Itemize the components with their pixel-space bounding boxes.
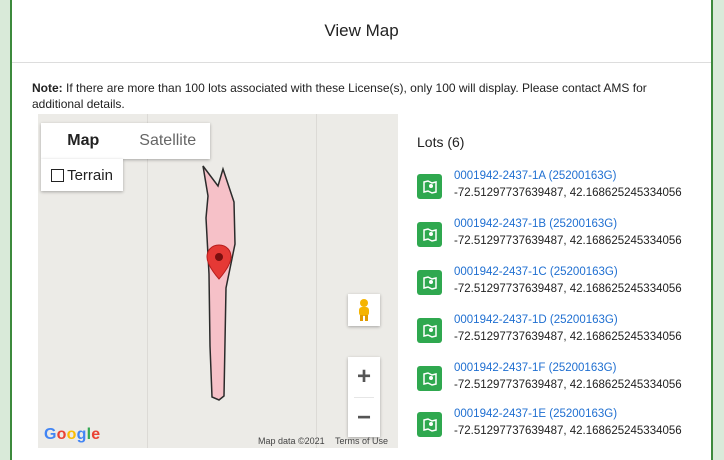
note-label: Note: [32,81,63,95]
dialog-title: View Map [12,0,711,63]
checkbox-icon[interactable] [51,168,65,182]
zoom-control: + − [348,357,380,437]
map-pin-icon[interactable] [417,318,442,343]
tab-satellite[interactable]: Satellite [126,123,211,159]
lot-coordinates: -72.51297737639487, 42.168625245334056 [454,331,682,343]
map-pin-icon[interactable] [417,366,442,391]
map-attribution: Map data ©2021 Terms of Use [258,436,396,446]
lot-coordinates: -72.51297737639487, 42.168625245334056 [454,187,682,199]
google-logo: Google [44,426,101,443]
note-text: Note: If there are more than 100 lots as… [32,80,692,112]
lots-heading: Lots (6) [417,134,465,150]
lot-item[interactable]: 0001942-2437-1E (25200163G) -72.51297737… [417,408,707,444]
pegman-icon [359,299,369,321]
tab-map[interactable]: Map [41,123,126,159]
lot-item[interactable]: 0001942-2437-1A (25200163G) -72.51297737… [417,170,707,206]
map-pin-icon[interactable] [417,174,442,199]
note-body: If there are more than 100 lots associat… [32,81,647,111]
terrain-checkbox[interactable]: Terrain [41,159,123,191]
map-dialog: View Map Note: If there are more than 10… [10,0,713,460]
lot-coordinates: -72.51297737639487, 42.168625245334056 [454,235,682,247]
street-view-button[interactable] [348,294,380,326]
lot-link[interactable]: 0001942-2437-1C (25200163G) [454,266,618,278]
map-pin-icon[interactable] [417,412,442,437]
terrain-label: Terrain [67,166,113,184]
lot-coordinates: -72.51297737639487, 42.168625245334056 [454,379,682,391]
map-type-control: Map Satellite [41,123,210,159]
map-pin-icon[interactable] [417,222,442,247]
map-marker-icon[interactable] [206,244,232,280]
lot-polygon [202,165,236,401]
lot-item[interactable]: 0001942-2437-1F (25200163G) -72.51297737… [417,362,707,398]
lot-item[interactable]: 0001942-2437-1B (25200163G) -72.51297737… [417,218,707,254]
lot-link[interactable]: 0001942-2437-1F (25200163G) [454,362,616,374]
lot-coordinates: -72.51297737639487, 42.168625245334056 [454,283,682,295]
zoom-out-button[interactable]: − [348,398,380,438]
lot-link[interactable]: 0001942-2437-1A (25200163G) [454,170,616,182]
lot-coordinates: -72.51297737639487, 42.168625245334056 [454,425,682,437]
lot-item[interactable]: 0001942-2437-1C (25200163G) -72.51297737… [417,266,707,302]
lot-link[interactable]: 0001942-2437-1B (25200163G) [454,218,617,230]
lot-link[interactable]: 0001942-2437-1D (25200163G) [454,314,618,326]
lot-link[interactable]: 0001942-2437-1E (25200163G) [454,408,617,420]
map-data-label: Map data ©2021 [258,436,325,446]
map-pin-icon[interactable] [417,270,442,295]
terms-link[interactable]: Terms of Use [335,436,388,446]
zoom-in-button[interactable]: + [348,357,380,397]
lot-item[interactable]: 0001942-2437-1D (25200163G) -72.51297737… [417,314,707,350]
map-view[interactable]: Map Satellite Terrain + − Google Map dat… [38,114,398,448]
